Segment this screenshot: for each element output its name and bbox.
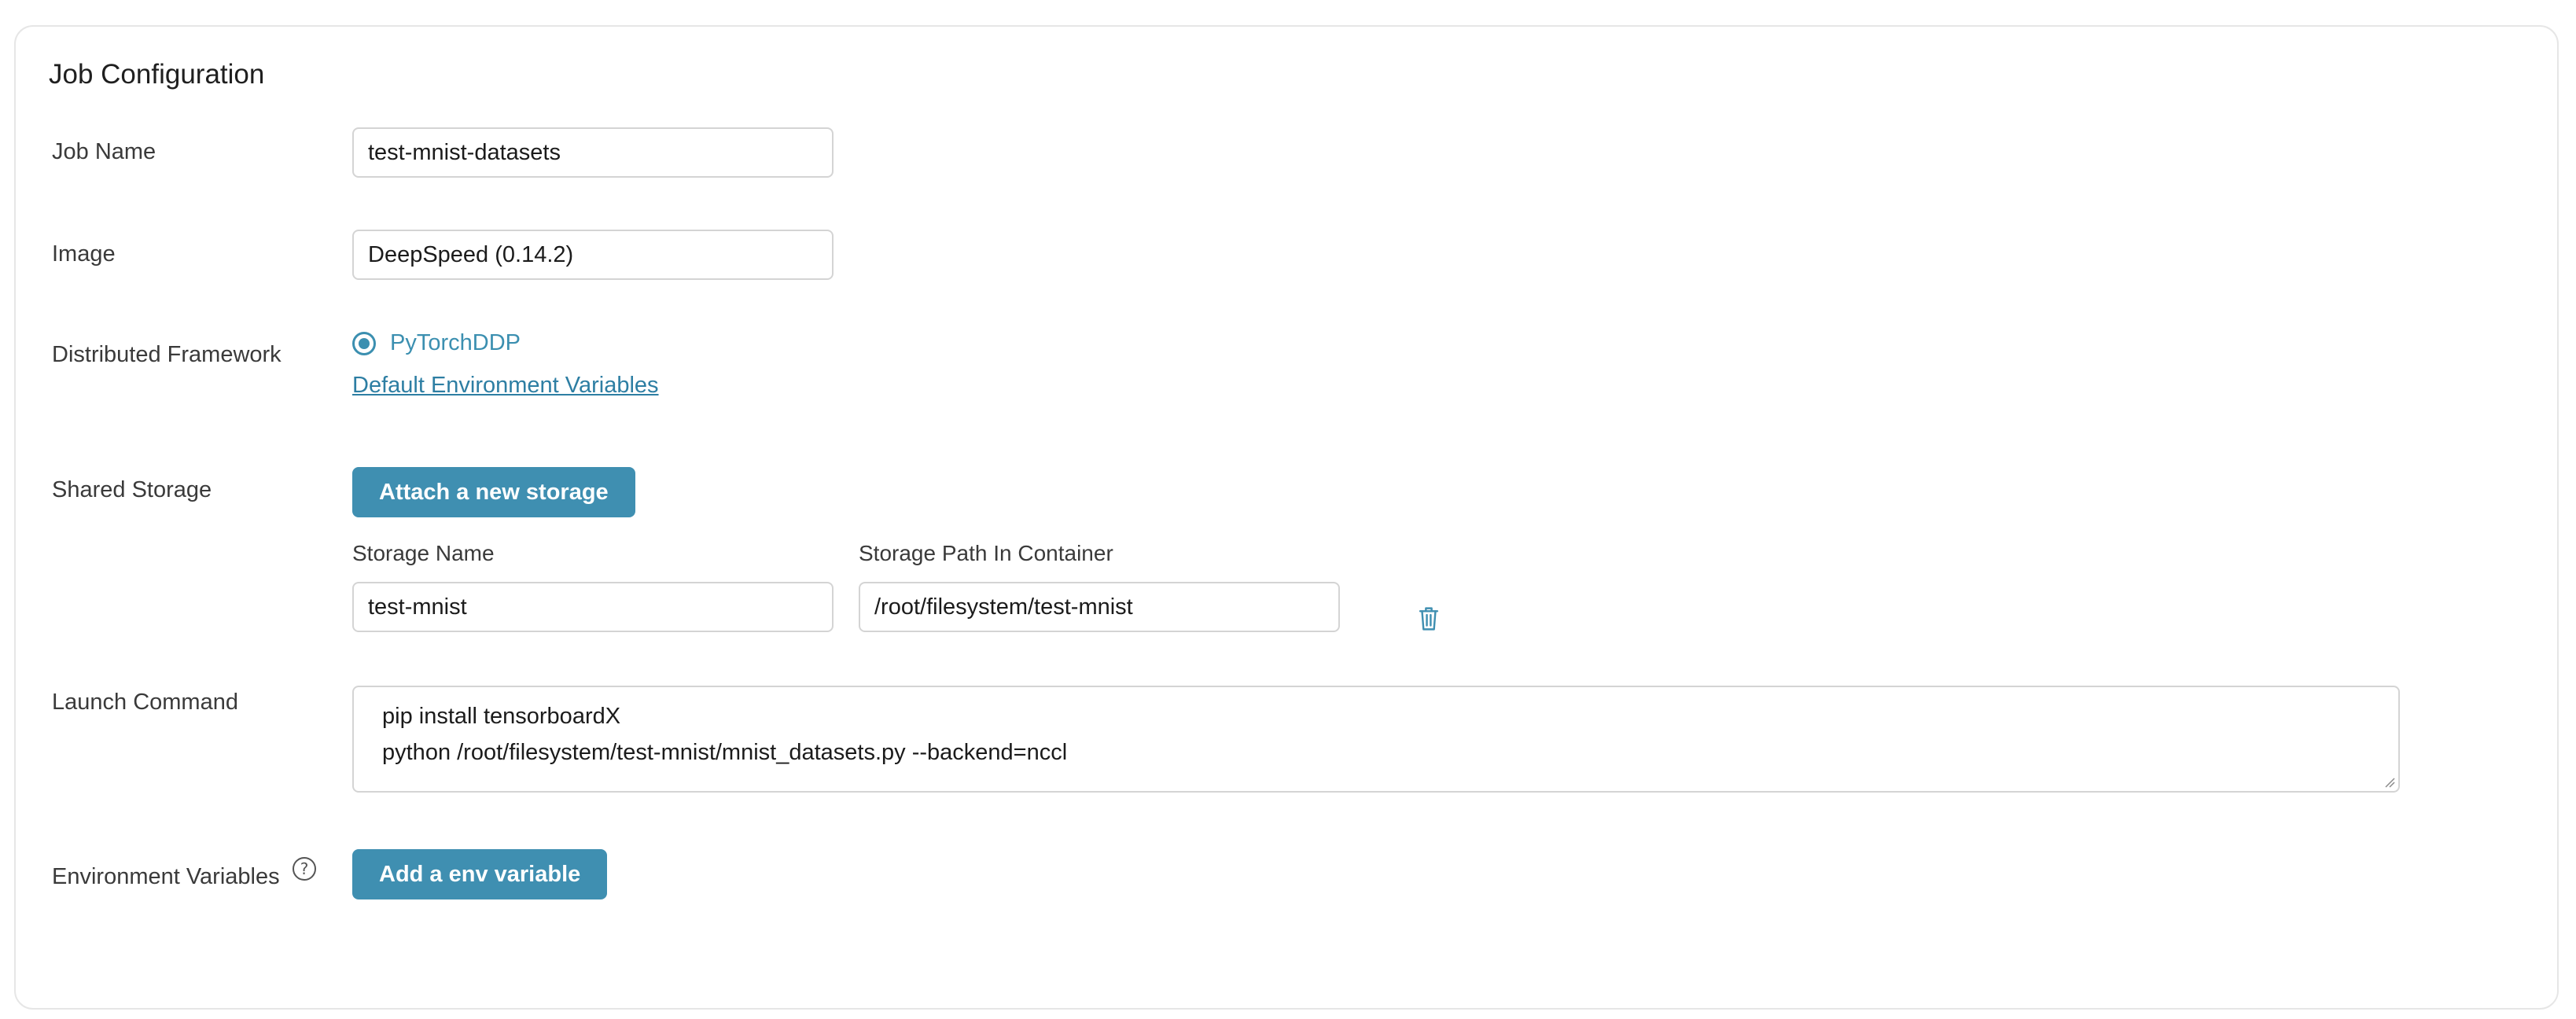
- radio-button-icon: [352, 331, 376, 355]
- radio-selected-dot: [359, 337, 370, 349]
- image-label: Image: [52, 241, 116, 267]
- resize-handle-icon[interactable]: [2384, 777, 2395, 788]
- shared-storage-label: Shared Storage: [52, 477, 212, 502]
- framework-option-label: PyTorchDDP: [390, 330, 521, 355]
- launch-command-label: Launch Command: [52, 690, 238, 715]
- job-name-label: Job Name: [52, 139, 156, 164]
- launch-command-textarea[interactable]: pip install tensorboardX python /root/fi…: [352, 686, 2400, 793]
- launch-command-line: python /root/filesystem/test-mnist/mnist…: [382, 740, 1068, 765]
- add-env-variable-button[interactable]: Add a env variable: [352, 849, 608, 899]
- launch-command-line: pip install tensorboardX: [382, 704, 621, 729]
- default-env-variables-link[interactable]: Default Environment Variables: [352, 373, 659, 399]
- help-icon[interactable]: ?: [293, 857, 316, 881]
- trash-icon[interactable]: [1417, 605, 1441, 632]
- storage-path-header: Storage Path In Container: [859, 541, 1113, 565]
- attach-storage-button[interactable]: Attach a new storage: [352, 467, 635, 517]
- storage-name-input[interactable]: [352, 582, 834, 632]
- image-input[interactable]: [352, 230, 834, 280]
- job-name-input[interactable]: [352, 127, 834, 178]
- card-title: Job Configuration: [49, 59, 265, 90]
- framework-radio-pytorchddp[interactable]: PyTorchDDP: [352, 330, 521, 356]
- env-variables-label: Environment Variables: [52, 864, 280, 889]
- distributed-framework-label: Distributed Framework: [52, 342, 282, 367]
- storage-path-input[interactable]: [859, 582, 1340, 632]
- storage-name-header: Storage Name: [352, 541, 495, 565]
